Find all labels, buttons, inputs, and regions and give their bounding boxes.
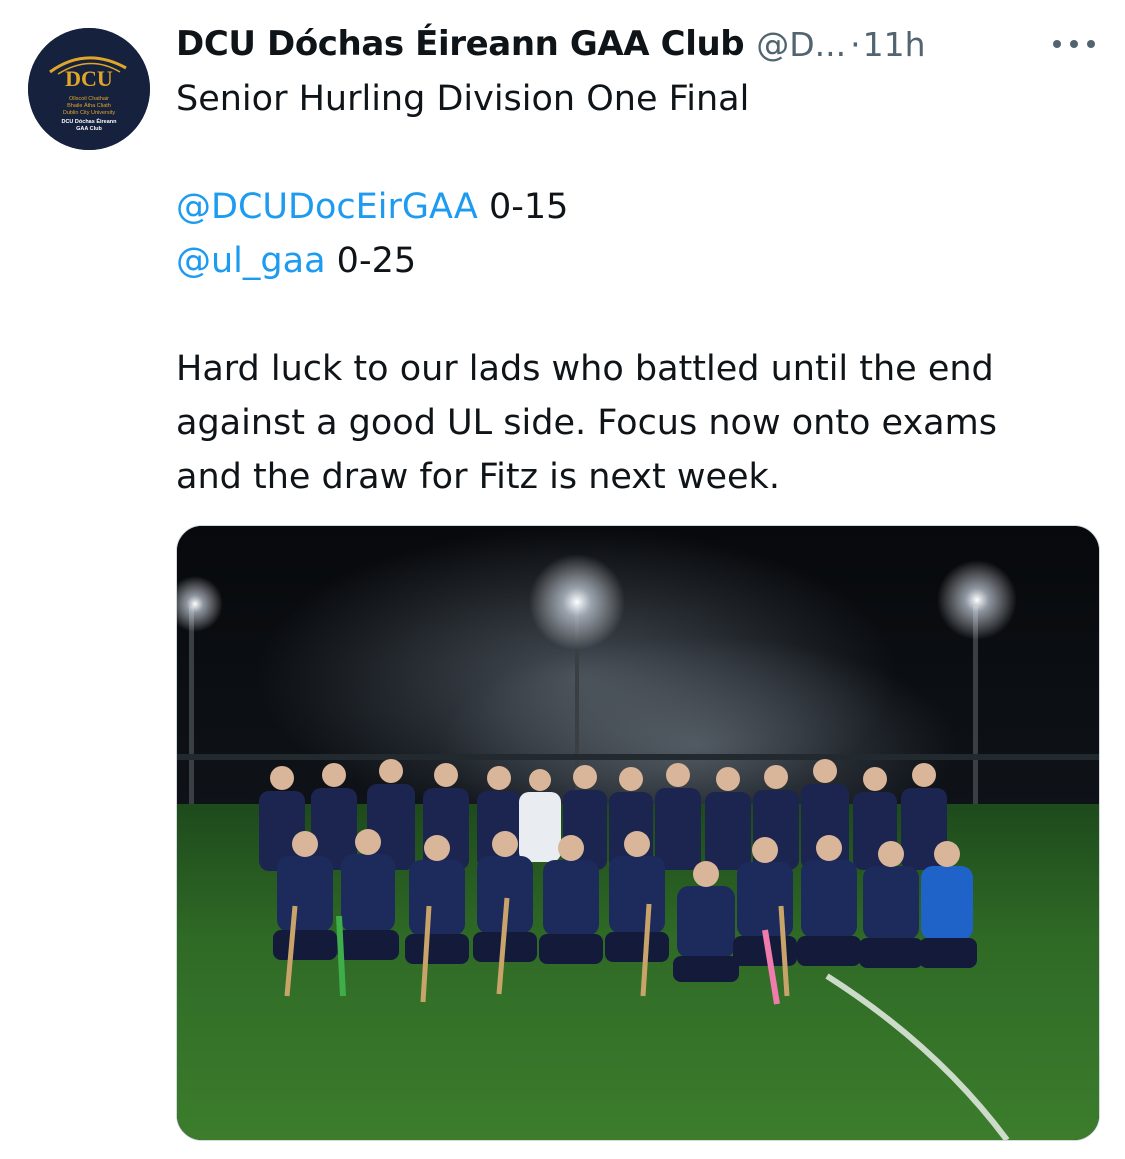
svg-text:DCU Dóchas Éireann: DCU Dóchas Éireann xyxy=(61,117,117,125)
tweet-text: Senior Hurling Division One Final @DCUDo… xyxy=(176,72,1096,504)
score-dcu: 0-15 xyxy=(488,187,569,227)
more-dot xyxy=(1087,40,1095,48)
score-line-dcu: @DCUDocEirGAA 0-15 xyxy=(176,180,1096,234)
dcu-crest-logo-icon: DCU Ollscoil Chathair Bhaile Átha Cliath… xyxy=(28,28,150,150)
svg-text:Ollscoil Chathair: Ollscoil Chathair xyxy=(69,96,109,102)
team-photo-image[interactable] xyxy=(176,525,1100,1141)
tweet-heading: Senior Hurling Division One Final xyxy=(176,79,750,119)
score-ul: 0-25 xyxy=(336,241,417,281)
svg-text:Bhaile Átha Cliath: Bhaile Átha Cliath xyxy=(67,102,111,109)
svg-text:Dublin City University: Dublin City University xyxy=(63,110,116,116)
mention-ul[interactable]: @ul_gaa xyxy=(176,241,326,281)
body-line: against a good UL side. Focus now onto e… xyxy=(176,403,997,443)
body-line: and the draw for Fitz is next week. xyxy=(176,457,780,497)
svg-text:GAA Club: GAA Club xyxy=(76,126,102,132)
display-name[interactable]: DCU Dóchas Éireann GAA Club xyxy=(176,24,745,64)
tweet-header: DCU Dóchas Éireann GAA Club @D... · 11h xyxy=(176,18,1085,70)
avatar[interactable]: DCU Ollscoil Chathair Bhaile Átha Cliath… xyxy=(28,28,150,150)
team-photo-illustration xyxy=(177,526,1099,1140)
timestamp[interactable]: 11h xyxy=(863,25,926,64)
mention-dcu[interactable]: @DCUDocEirGAA xyxy=(176,187,478,227)
separator-dot: · xyxy=(850,24,861,64)
account-handle[interactable]: @D... xyxy=(756,25,846,64)
more-dot xyxy=(1070,40,1078,48)
svg-text:DCU: DCU xyxy=(65,66,113,91)
more-horizontal-icon[interactable] xyxy=(1053,34,1095,54)
body-line: Hard luck to our lads who battled until … xyxy=(176,349,994,389)
more-dot xyxy=(1053,40,1061,48)
score-line-ul: @ul_gaa 0-25 xyxy=(176,234,1096,288)
